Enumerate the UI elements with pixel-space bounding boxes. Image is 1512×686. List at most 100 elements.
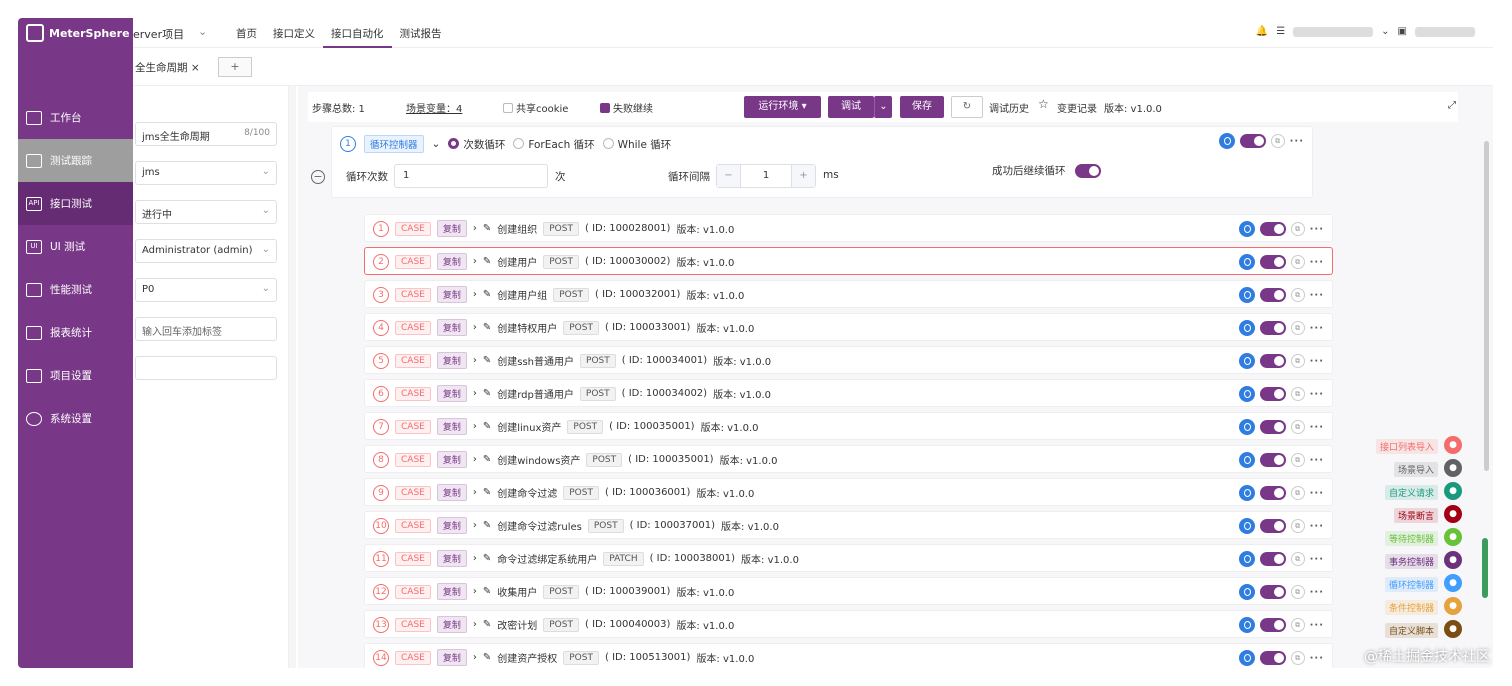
run-step-icon[interactable] bbox=[1238, 287, 1255, 303]
chevron-down-icon[interactable]: ⌄ bbox=[1381, 26, 1389, 37]
chevron-right-icon[interactable]: › bbox=[473, 619, 477, 630]
run-step-icon[interactable] bbox=[1238, 221, 1255, 237]
edit-icon[interactable]: ✎ bbox=[483, 289, 491, 300]
enable-toggle[interactable] bbox=[1259, 552, 1286, 566]
copy-icon[interactable]: ⧉ bbox=[1290, 552, 1305, 566]
chevron-right-icon[interactable]: › bbox=[473, 421, 477, 432]
edit-icon[interactable]: ✎ bbox=[483, 652, 491, 663]
bell-icon[interactable]: 🔔 bbox=[1256, 26, 1268, 37]
more-icon[interactable]: ··· bbox=[1310, 389, 1324, 400]
tag-input[interactable]: 输入回车添加标签 bbox=[135, 317, 277, 341]
step-name[interactable]: 改密计划 bbox=[497, 617, 537, 632]
more-icon[interactable]: ··· bbox=[1310, 488, 1324, 499]
enable-toggle[interactable] bbox=[1259, 486, 1286, 500]
scenario-name-input[interactable]: jms全生命周期 8/100 bbox=[135, 122, 277, 146]
step-name[interactable]: 创建windows资产 bbox=[497, 452, 580, 467]
chevron-right-icon[interactable]: › bbox=[473, 223, 477, 234]
run-step-icon[interactable] bbox=[1238, 419, 1255, 435]
step-row[interactable]: 6 CASE 复制 › ✎ 创建rdp普通用户 POST ( ID: 100034002) 版本… bbox=[364, 379, 1333, 407]
loop-count-input[interactable]: 1 bbox=[394, 164, 548, 188]
language-icon[interactable]: ▣ bbox=[1398, 26, 1407, 37]
edit-icon[interactable]: ✎ bbox=[483, 619, 491, 630]
panel-resizer[interactable] bbox=[288, 86, 296, 668]
run-step-icon[interactable] bbox=[1238, 386, 1255, 402]
chevron-right-icon[interactable]: › bbox=[473, 487, 477, 498]
step-row[interactable]: 2 CASE 复制 › ✎ 创建用户 POST ( ID: 100030002) 版本: v1.… bbox=[364, 247, 1333, 275]
status-select[interactable]: 进行中 ⌄ bbox=[135, 200, 277, 224]
edit-icon[interactable]: ✎ bbox=[483, 454, 491, 465]
project-selector[interactable]: erver项目 bbox=[133, 26, 184, 42]
run-env-button[interactable]: 运行环境 ▾ bbox=[744, 96, 821, 118]
debug-history-link[interactable]: 调试历史 bbox=[989, 100, 1029, 115]
enable-toggle[interactable] bbox=[1259, 387, 1286, 401]
more-icon[interactable]: ··· bbox=[1310, 653, 1324, 664]
step-name[interactable]: 创建ssh普通用户 bbox=[497, 353, 574, 368]
step-row[interactable]: 4 CASE 复制 › ✎ 创建特权用户 POST ( ID: 100033001) 版本: v… bbox=[364, 313, 1333, 341]
copy-icon[interactable]: ⧉ bbox=[1290, 486, 1305, 500]
step-name[interactable]: 创建组织 bbox=[497, 221, 537, 236]
step-row[interactable]: 11 CASE 复制 › ✎ 命令过滤绑定系统用户 PATCH ( ID: 100038001… bbox=[364, 544, 1333, 572]
loop-interval-stepper[interactable]: − 1 + bbox=[716, 164, 816, 188]
chevron-down-icon[interactable]: ⌄ bbox=[198, 25, 207, 38]
chevron-right-icon[interactable]: › bbox=[473, 388, 477, 399]
step-row[interactable]: 7 CASE 复制 › ✎ 创建linux资产 POST ( ID: 100035001) 版本… bbox=[364, 412, 1333, 440]
step-row[interactable]: 12 CASE 复制 › ✎ 收集用户 POST ( ID: 100039001) 版本: v1… bbox=[364, 577, 1333, 605]
run-step-icon[interactable] bbox=[1238, 584, 1255, 600]
enable-toggle[interactable] bbox=[1259, 618, 1286, 632]
edit-icon[interactable]: ✎ bbox=[483, 586, 491, 597]
save-button[interactable]: 保存 bbox=[900, 96, 944, 118]
decrement-button[interactable]: − bbox=[717, 165, 741, 187]
edit-icon[interactable]: ✎ bbox=[483, 553, 491, 564]
step-row[interactable]: 3 CASE 复制 › ✎ 创建用户组 POST ( ID: 100032001) 版本: v1… bbox=[364, 280, 1333, 308]
copy-icon[interactable]: ⧉ bbox=[1290, 651, 1305, 665]
workspace-selector[interactable] bbox=[1293, 26, 1374, 37]
nav-test-report[interactable]: 测试报告 bbox=[392, 18, 450, 48]
enable-toggle[interactable] bbox=[1259, 420, 1286, 434]
add-tab-button[interactable]: + bbox=[218, 57, 252, 77]
collapse-icon[interactable]: − bbox=[311, 170, 325, 184]
edit-icon[interactable]: ✎ bbox=[483, 487, 491, 498]
enable-toggle[interactable] bbox=[1259, 651, 1286, 665]
step-name[interactable]: 收集用户 bbox=[497, 584, 537, 599]
edit-icon[interactable]: ✎ bbox=[483, 223, 491, 234]
step-row[interactable]: 5 CASE 复制 › ✎ 创建ssh普通用户 POST ( ID: 100034001) 版本… bbox=[364, 346, 1333, 374]
step-name[interactable]: 创建用户组 bbox=[497, 287, 547, 302]
side-handle[interactable] bbox=[1482, 538, 1488, 598]
edit-icon[interactable]: ✎ bbox=[483, 388, 491, 399]
chevron-right-icon[interactable]: › bbox=[473, 652, 477, 663]
run-step-icon[interactable] bbox=[1218, 133, 1235, 149]
step-row[interactable]: 13 CASE 复制 › ✎ 改密计划 POST ( ID: 100040003) 版本: v1… bbox=[364, 610, 1333, 638]
step-row[interactable]: 1 CASE 复制 › ✎ 创建组织 POST ( ID: 100028001) 版本: v1.… bbox=[364, 214, 1333, 242]
step-row[interactable]: 9 CASE 复制 › ✎ 创建命令过滤 POST ( ID: 100036001) 版本: v… bbox=[364, 478, 1333, 506]
more-icon[interactable]: ··· bbox=[1310, 356, 1324, 367]
changelog-link[interactable]: 变更记录 bbox=[1057, 100, 1097, 115]
more-icon[interactable]: ··· bbox=[1310, 257, 1324, 268]
copy-icon[interactable]: ⧉ bbox=[1270, 134, 1285, 148]
more-icon[interactable]: ··· bbox=[1310, 521, 1324, 532]
run-step-icon[interactable] bbox=[1238, 650, 1255, 666]
more-icon[interactable]: ··· bbox=[1310, 323, 1324, 334]
copy-icon[interactable]: ⧉ bbox=[1290, 387, 1305, 401]
more-icon[interactable]: ··· bbox=[1310, 290, 1324, 301]
refresh-button[interactable]: ↻ bbox=[951, 96, 983, 118]
more-icon[interactable]: ··· bbox=[1310, 554, 1324, 565]
run-step-icon[interactable] bbox=[1238, 485, 1255, 501]
scene-variables-link[interactable]: 场景变量：4 bbox=[406, 100, 462, 115]
enable-toggle[interactable] bbox=[1239, 134, 1266, 148]
radio-foreach-loop[interactable]: ForEach 循环 bbox=[513, 137, 595, 152]
debug-button[interactable]: 调试 bbox=[828, 96, 874, 118]
run-step-icon[interactable] bbox=[1238, 254, 1255, 270]
chevron-down-icon[interactable]: ⌄ bbox=[432, 138, 441, 150]
more-icon[interactable]: ··· bbox=[1310, 620, 1324, 631]
chevron-right-icon[interactable]: › bbox=[473, 256, 477, 267]
run-step-icon[interactable] bbox=[1238, 617, 1255, 633]
edit-icon[interactable]: ✎ bbox=[483, 322, 491, 333]
step-name[interactable]: 创建特权用户 bbox=[497, 320, 557, 335]
level-select[interactable]: P0 ⌄ bbox=[135, 278, 277, 302]
list-icon[interactable]: ☰ bbox=[1276, 26, 1285, 37]
enable-toggle[interactable] bbox=[1259, 321, 1286, 335]
enable-toggle[interactable] bbox=[1259, 453, 1286, 467]
tab-scenario[interactable]: 全生命周期 × bbox=[135, 60, 200, 75]
chevron-right-icon[interactable]: › bbox=[473, 355, 477, 366]
edit-icon[interactable]: ✎ bbox=[483, 355, 491, 366]
